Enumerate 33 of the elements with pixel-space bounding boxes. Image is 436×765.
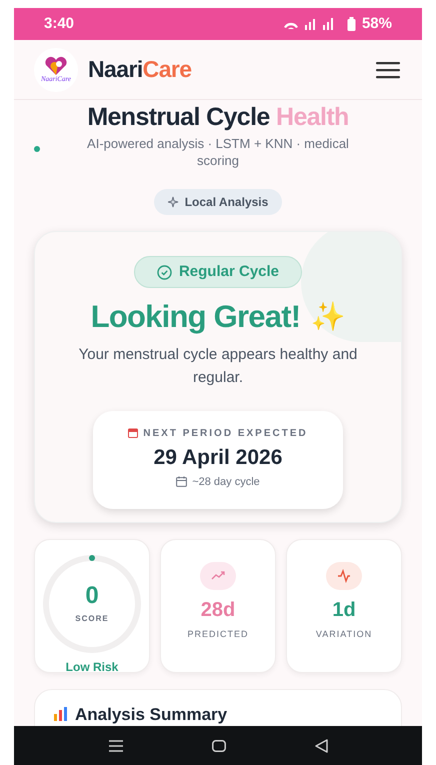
risk-level: Low Risk [66,659,118,676]
menu-icon[interactable] [376,60,400,78]
pulse-icon [326,562,362,590]
sparkle-icon [168,196,180,208]
page-subtitle: AI-powered analysis · LSTM + KNN · medical scoring [86,135,350,169]
battery-level: 58% [362,14,392,34]
status-pill: Regular Cycle [134,256,302,288]
next-period-date: 29 April 2026 [154,444,282,470]
calendar-icon [128,428,138,438]
menu-icon[interactable] [108,740,122,752]
back-icon[interactable] [314,738,328,752]
status-time: 3:40 [44,14,74,34]
stat-value: 1d [332,598,356,622]
brand-name: NaariCare [88,55,192,84]
stat-label: PREDICTED [187,628,248,641]
local-analysis-badge: Local Analysis [154,189,282,215]
score-label: SCORE [75,613,109,625]
cycle-length: ~28 day cycle [192,474,260,490]
next-period-label: NEXT PERIOD EXPECTED [143,426,308,440]
result-message: Your menstrual cycle appears healthy and regular. [78,344,358,388]
headline: Looking Great! [90,298,300,336]
sparkles-emoji: ✨ [310,300,346,334]
trend-icon [200,562,236,590]
page-title: Menstrual Cycle Health [86,102,350,132]
stat-value: 28d [200,598,236,622]
home-icon[interactable] [212,740,226,752]
summary-title: Analysis Summary [75,706,228,724]
calendar-icon [176,476,188,488]
battery-icon [346,17,356,31]
score-value: 0 [85,583,99,609]
check-circle-icon [156,264,172,280]
stat-label: VARIATION [316,628,372,641]
bar-chart-icon [53,706,69,722]
